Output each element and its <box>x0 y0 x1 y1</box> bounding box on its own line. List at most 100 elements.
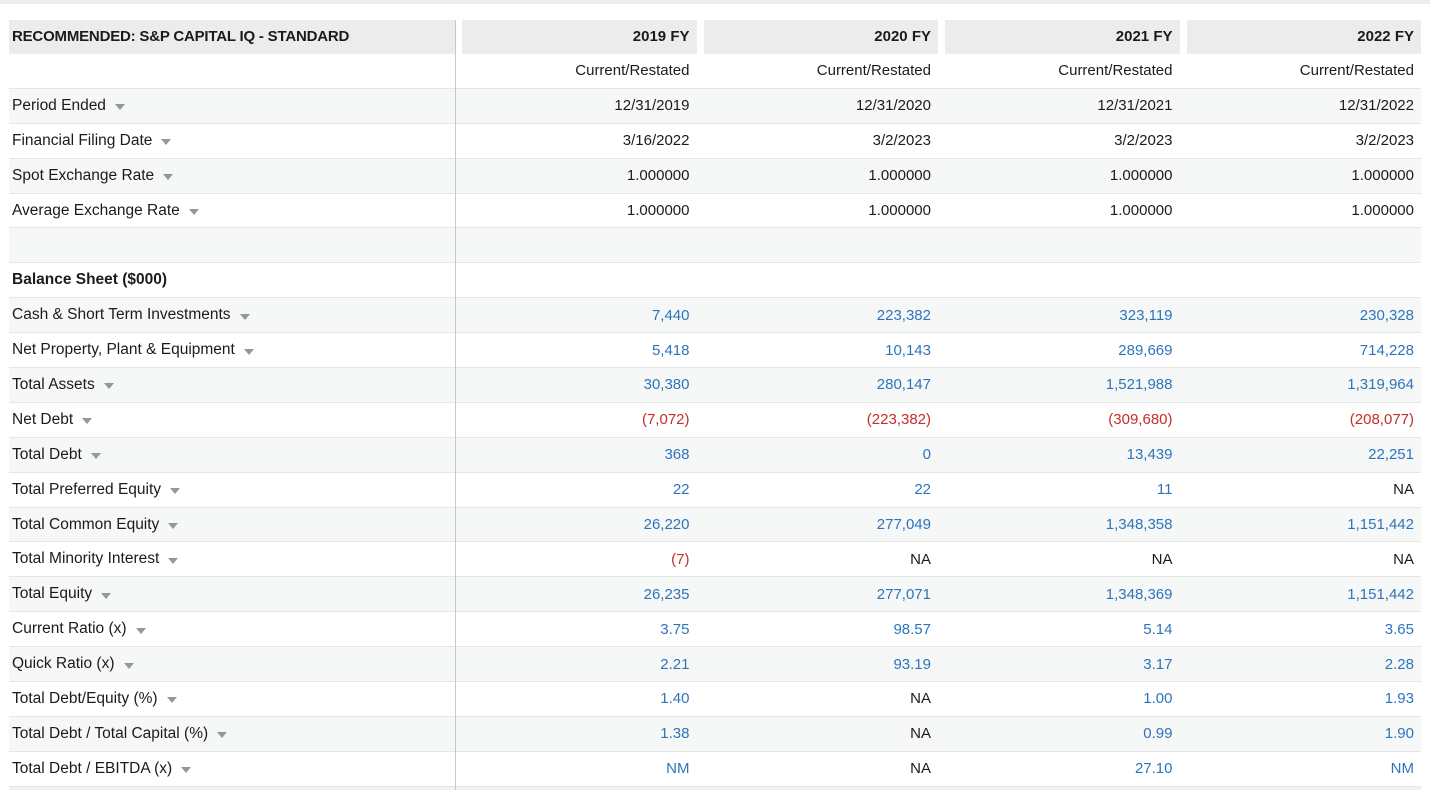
value-cell[interactable]: 368 <box>455 446 697 463</box>
dropdown-arrow-icon[interactable] <box>163 174 173 180</box>
row-label[interactable]: Net Property, Plant & Equipment <box>9 333 455 367</box>
value-cell[interactable]: 22 <box>697 481 939 498</box>
dropdown-arrow-icon[interactable] <box>115 104 125 110</box>
row-label[interactable]: Total Debt/Equity (%) <box>9 682 455 716</box>
value-cell[interactable]: 289,669 <box>938 342 1180 359</box>
row-label[interactable]: Total Preferred Equity <box>9 473 455 507</box>
dropdown-arrow-icon[interactable] <box>170 488 180 494</box>
dropdown-arrow-icon[interactable] <box>124 663 134 669</box>
value-cell[interactable]: NM <box>1180 760 1422 777</box>
column-header-2021fy: 2021 FY <box>945 20 1180 54</box>
dropdown-arrow-icon[interactable] <box>244 349 254 355</box>
value-cell[interactable]: 1.38 <box>455 725 697 742</box>
row-label[interactable]: Net Debt <box>9 403 455 437</box>
value-cell[interactable]: 223,382 <box>697 307 939 324</box>
value-cell[interactable]: 27.10 <box>938 760 1180 777</box>
value-cell[interactable]: 1,521,988 <box>938 376 1180 393</box>
value-cell[interactable]: 0 <box>697 446 939 463</box>
value-cell[interactable]: (309,680) <box>938 411 1180 428</box>
value-cell[interactable]: (7) <box>455 551 697 568</box>
table-row: Period Ended 12/31/201912/31/202012/31/2… <box>9 89 1421 124</box>
value-cell[interactable]: 230,328 <box>1180 307 1422 324</box>
value-cell[interactable]: 22 <box>455 481 697 498</box>
row-label[interactable]: Total Equity <box>9 577 455 611</box>
dropdown-arrow-icon[interactable] <box>161 139 171 145</box>
value-cell[interactable]: 1,151,442 <box>1180 516 1422 533</box>
dropdown-arrow-icon[interactable] <box>168 523 178 529</box>
value-cell[interactable]: 1,151,442 <box>1180 586 1422 603</box>
dropdown-arrow-icon[interactable] <box>168 558 178 564</box>
row-values: (7)NANANA <box>455 542 1421 576</box>
value-cell[interactable]: 26,220 <box>455 516 697 533</box>
value-cell[interactable]: 1,348,369 <box>938 586 1180 603</box>
dropdown-arrow-icon[interactable] <box>181 767 191 773</box>
value-cell[interactable]: 277,049 <box>697 516 939 533</box>
row-label[interactable]: Total Debt / Total Capital (%) <box>9 717 455 751</box>
dropdown-arrow-icon[interactable] <box>136 628 146 634</box>
value-cell[interactable]: 22,251 <box>1180 446 1422 463</box>
row-label[interactable]: Current Ratio (x) <box>9 612 455 646</box>
value-cell[interactable]: 3.75 <box>455 621 697 638</box>
dropdown-arrow-icon[interactable] <box>189 209 199 215</box>
row-label[interactable]: Total Common Equity <box>9 508 455 542</box>
value-cell[interactable]: 1.00 <box>938 690 1180 707</box>
value-cell[interactable]: 280,147 <box>697 376 939 393</box>
value-cell: 1.000000 <box>455 202 697 219</box>
value-cell[interactable]: (223,382) <box>697 411 939 428</box>
dropdown-arrow-icon[interactable] <box>167 697 177 703</box>
value-cell[interactable]: 10,143 <box>697 342 939 359</box>
row-label[interactable]: Total Debt <box>9 438 455 472</box>
value-cell: 3/2/2023 <box>1180 132 1422 149</box>
table-row: Total Assets 30,380280,1471,521,9881,319… <box>9 368 1421 403</box>
value-cell[interactable]: 2.21 <box>455 656 697 673</box>
value-cell[interactable]: 1,319,964 <box>1180 376 1422 393</box>
value-cell[interactable]: NM <box>455 760 697 777</box>
dropdown-arrow-icon[interactable] <box>82 418 92 424</box>
value-cell[interactable]: 1,348,358 <box>938 516 1180 533</box>
value-cell[interactable]: 30,380 <box>455 376 697 393</box>
dropdown-arrow-icon[interactable] <box>217 732 227 738</box>
table-header-row: RECOMMENDED: S&P CAPITAL IQ - STANDARD 2… <box>9 20 1421 54</box>
table-row: Quick Ratio (x) 2.2193.193.172.28 <box>9 647 1421 682</box>
value-cell[interactable]: 7,440 <box>455 307 697 324</box>
row-label[interactable]: Total Debt / EBITDA (x) <box>9 752 455 786</box>
value-cell[interactable]: 323,119 <box>938 307 1180 324</box>
row-label[interactable]: Average Exchange Rate <box>9 194 455 228</box>
row-label-text: Total Debt/Equity (%) <box>12 690 158 708</box>
value-cell[interactable]: 714,228 <box>1180 342 1422 359</box>
value-cell: NA <box>697 760 939 777</box>
row-label[interactable]: Cash & Short Term Investments <box>9 298 455 332</box>
value-cell[interactable]: 98.57 <box>697 621 939 638</box>
dropdown-arrow-icon[interactable] <box>104 383 114 389</box>
row-label[interactable]: Period Ended <box>9 89 455 123</box>
value-cell[interactable]: (208,077) <box>1180 411 1422 428</box>
row-label[interactable]: Quick Ratio (x) <box>9 647 455 681</box>
value-cell[interactable]: 11 <box>938 481 1180 498</box>
row-values: 1.0000001.0000001.0000001.000000 <box>455 194 1421 228</box>
value-cell[interactable]: 3.17 <box>938 656 1180 673</box>
dropdown-arrow-icon[interactable] <box>101 593 111 599</box>
value-cell[interactable]: 1.40 <box>455 690 697 707</box>
value-cell[interactable]: 3.65 <box>1180 621 1422 638</box>
value-cell[interactable]: 1.93 <box>1180 690 1422 707</box>
table-row: Total Minority Interest (7)NANANA <box>9 542 1421 577</box>
row-label[interactable]: Financial Filing Date <box>9 124 455 158</box>
value-cell: 12/31/2021 <box>938 97 1180 114</box>
dropdown-arrow-icon[interactable] <box>240 314 250 320</box>
value-cell[interactable]: 5,418 <box>455 342 697 359</box>
value-cell[interactable]: 0.99 <box>938 725 1180 742</box>
value-cell[interactable]: 2.28 <box>1180 656 1422 673</box>
value-cell[interactable]: 93.19 <box>697 656 939 673</box>
row-label[interactable]: Spot Exchange Rate <box>9 159 455 193</box>
value-cell[interactable]: 26,235 <box>455 586 697 603</box>
row-label[interactable]: Total Assets <box>9 368 455 402</box>
value-cell[interactable]: 5.14 <box>938 621 1180 638</box>
value-cell[interactable]: 277,071 <box>697 586 939 603</box>
value-cell[interactable]: (7,072) <box>455 411 697 428</box>
value-cell[interactable]: 1.90 <box>1180 725 1422 742</box>
dropdown-arrow-icon[interactable] <box>91 453 101 459</box>
row-label-text: Net Property, Plant & Equipment <box>12 341 235 359</box>
value-cell[interactable]: 13,439 <box>938 446 1180 463</box>
value-cell: NA <box>697 725 939 742</box>
row-label[interactable]: Total Minority Interest <box>9 542 455 576</box>
